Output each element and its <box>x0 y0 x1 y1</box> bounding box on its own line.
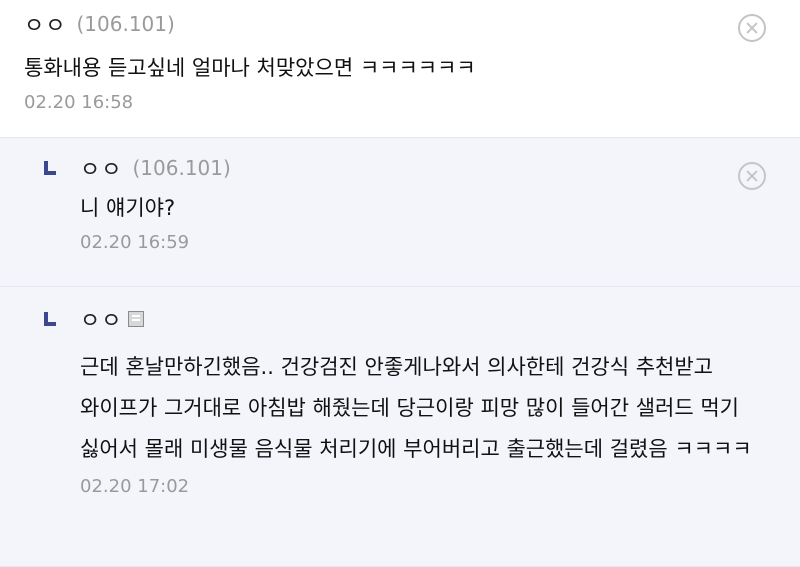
reply-arrow-icon <box>42 312 56 326</box>
delete-icon[interactable] <box>738 14 766 42</box>
reply-nickname[interactable]: ㅇㅇ <box>80 152 122 184</box>
comment-header: ㅇㅇ (106.101) <box>24 8 800 40</box>
comment-nickname[interactable]: ㅇㅇ <box>24 8 66 40</box>
reply-header: ㅇㅇ (106.101) <box>42 152 800 184</box>
reply-nickname[interactable]: ㅇㅇ <box>80 303 122 335</box>
reply-item: ㅇㅇ (106.101) 니 얘기야? 02.20 16:59 <box>0 138 800 287</box>
reply-timestamp: 02.20 16:59 <box>80 232 190 253</box>
reply-text: 니 얘기야? <box>80 196 176 220</box>
reply-ip: (106.101) <box>132 156 231 180</box>
reply-arrow-icon <box>42 161 56 175</box>
comment-item: ㅇㅇ (106.101) 통화내용 듣고싶네 얼마나 처맞았으면 ㅋㅋㅋㅋㅋㅋ … <box>0 0 800 138</box>
comment-text: 통화내용 듣고싶네 얼마나 처맞았으면 ㅋㅋㅋㅋㅋㅋ <box>24 56 476 80</box>
fixed-nick-badge-icon <box>128 311 145 327</box>
reply-timestamp: 02.20 17:02 <box>80 476 190 497</box>
comment-timestamp: 02.20 16:58 <box>24 92 134 113</box>
comment-ip: (106.101) <box>76 12 175 36</box>
reply-header: ㅇㅇ <box>42 303 800 335</box>
reply-item: ㅇㅇ 근데 혼날만하긴했음.. 건강검진 안좋게나와서 의사한테 건강식 추천받… <box>0 287 800 567</box>
reply-text: 근데 혼날만하긴했음.. 건강검진 안좋게나와서 의사한테 건강식 추천받고 와… <box>80 355 752 461</box>
delete-icon[interactable] <box>738 162 766 190</box>
